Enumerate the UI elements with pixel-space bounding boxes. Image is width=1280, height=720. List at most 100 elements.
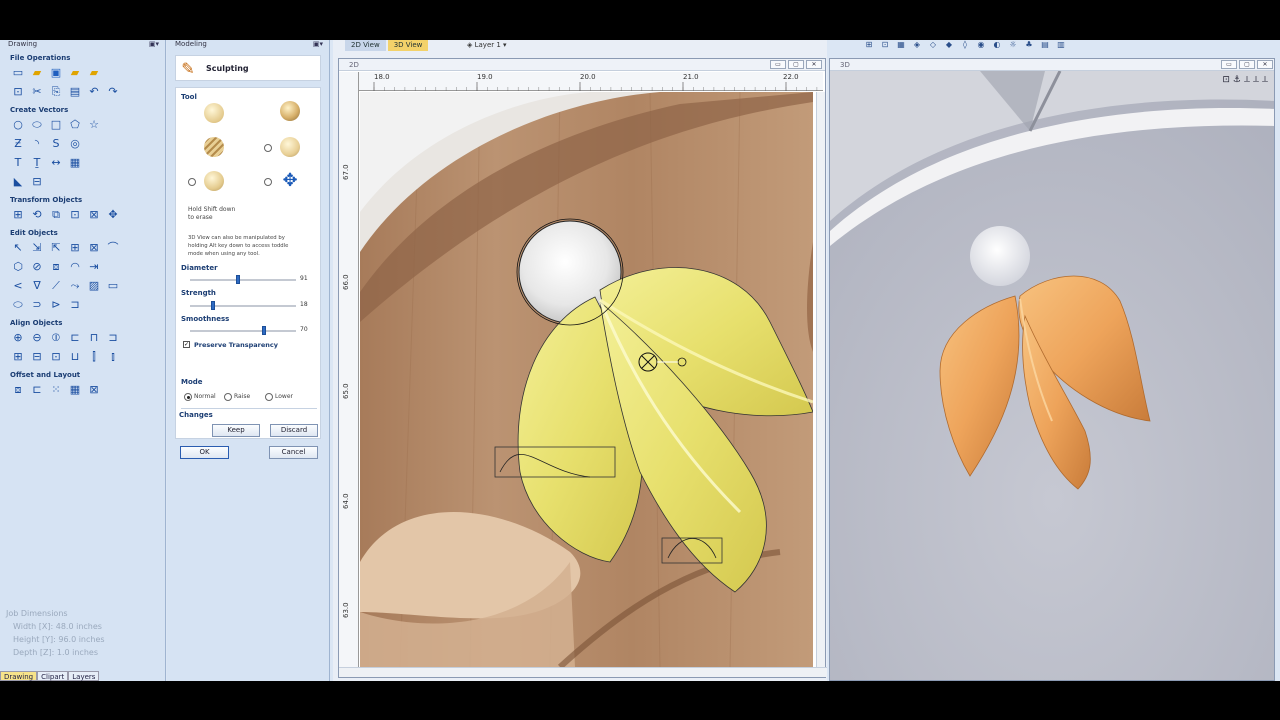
undo-icon[interactable]: ↶: [87, 85, 101, 99]
move-tool-icon[interactable]: ✥: [280, 171, 300, 191]
diameter-slider-thumb[interactable]: [235, 275, 240, 284]
view-iso-icon[interactable]: ◈: [911, 40, 923, 50]
mode-normal-radio[interactable]: [184, 393, 192, 401]
horizontal-scrollbar[interactable]: [339, 667, 827, 677]
join-icon[interactable]: ⬡: [11, 260, 25, 274]
strength-slider-thumb[interactable]: [211, 301, 216, 310]
tab-3d-view[interactable]: 3D View: [387, 40, 429, 51]
select-icon[interactable]: ⊡: [11, 85, 25, 99]
smoothness-slider-thumb[interactable]: [262, 326, 267, 335]
layer-select[interactable]: ◈ Layer 1 ▾: [467, 40, 507, 51]
strength-slider[interactable]: [190, 305, 296, 307]
mode-raise-radio[interactable]: [224, 393, 232, 401]
redo-icon[interactable]: ↷: [106, 85, 120, 99]
tool-radio-5[interactable]: [188, 178, 196, 186]
view-top-icon[interactable]: ◇: [927, 40, 939, 50]
tool-radio-4[interactable]: [264, 144, 272, 152]
ungroup-icon[interactable]: ⊠: [87, 241, 101, 255]
table-icon[interactable]: ▦: [68, 156, 82, 170]
tab-layers[interactable]: Layers: [68, 671, 100, 681]
align-left-icon[interactable]: ⊏: [68, 331, 82, 345]
remove-tool-icon[interactable]: [280, 137, 300, 157]
discard-button[interactable]: Discard: [270, 424, 318, 437]
cut-icon[interactable]: ✂: [30, 85, 44, 99]
star-icon[interactable]: ☆: [87, 118, 101, 132]
diameter-slider[interactable]: [190, 279, 296, 281]
bounds-icon[interactable]: ▭: [106, 279, 120, 293]
mode-lower-radio[interactable]: [265, 393, 273, 401]
view-material-icon[interactable]: ◐: [991, 40, 1003, 50]
close-button[interactable]: ✕: [806, 60, 822, 69]
trace-icon[interactable]: ◣: [11, 175, 25, 189]
view-grid-icon[interactable]: ▦: [895, 40, 907, 50]
polyline-icon[interactable]: Ƶ: [11, 137, 25, 151]
save-as-icon[interactable]: ▰: [68, 66, 82, 80]
boolean-icon[interactable]: ⧈: [49, 260, 63, 274]
fillet-icon[interactable]: ◠: [68, 260, 82, 274]
view-tree-icon[interactable]: ♣: [1023, 40, 1035, 50]
trim-icon[interactable]: ⊘: [30, 260, 44, 274]
paste-icon[interactable]: ▤: [68, 85, 82, 99]
align-vcenter-icon[interactable]: ⦶: [49, 331, 63, 345]
tabs-icon[interactable]: ⊠: [87, 383, 101, 397]
bracket-icon[interactable]: ⊃: [30, 298, 44, 312]
fillet-corner-icon[interactable]: ⊏: [30, 383, 44, 397]
open-folder-icon[interactable]: ▰: [30, 66, 44, 80]
node-edit-icon[interactable]: ↖: [11, 241, 25, 255]
save-icon[interactable]: ▣: [49, 66, 63, 80]
tab-drawing[interactable]: Drawing: [0, 671, 38, 681]
smooth-tool-icon[interactable]: [204, 103, 224, 123]
weld-icon[interactable]: ⌒: [106, 241, 120, 255]
view-light-icon[interactable]: ☼: [1007, 40, 1019, 50]
angle-icon[interactable]: <: [11, 279, 25, 293]
copy-icon[interactable]: ⎘: [49, 85, 63, 99]
chevron-icon[interactable]: ∇: [30, 279, 44, 293]
axis-x-icon[interactable]: ⟂: [1244, 75, 1250, 85]
pin-icon[interactable]: ▣▾: [149, 40, 159, 48]
deposit-tool-icon[interactable]: [204, 137, 224, 157]
set-size-icon[interactable]: ⊠: [87, 208, 101, 222]
arrow-right-icon[interactable]: ⊳: [49, 298, 63, 312]
minimize-button[interactable]: ▭: [1221, 60, 1237, 69]
align-distribute-icon[interactable]: ⫿: [87, 350, 101, 364]
extend-icon[interactable]: ⇥: [87, 260, 101, 274]
offset-curve-icon[interactable]: ⊐: [68, 298, 82, 312]
close-button[interactable]: ✕: [1257, 60, 1273, 69]
rectangle-icon[interactable]: □: [49, 118, 63, 132]
keep-button[interactable]: Keep: [212, 424, 260, 437]
import-vector-icon[interactable]: ⊟: [30, 175, 44, 189]
node-add-icon[interactable]: ⇲: [30, 241, 44, 255]
maximize-button[interactable]: ▢: [788, 60, 804, 69]
group-icon[interactable]: ⊞: [68, 241, 82, 255]
axis-z-icon[interactable]: ⟂: [1262, 75, 1268, 85]
node-smooth-icon[interactable]: ⇱: [49, 241, 63, 255]
preserve-transparency-checkbox[interactable]: ✓: [183, 341, 190, 348]
shape-icon[interactable]: ⬭: [11, 298, 25, 312]
design-canvas-2d[interactable]: [360, 92, 813, 667]
rotate-icon[interactable]: ⟲: [30, 208, 44, 222]
curve-icon[interactable]: S: [49, 137, 63, 151]
align-top-icon[interactable]: ⊓: [87, 331, 101, 345]
scale-icon[interactable]: ⊡: [68, 208, 82, 222]
curve-edit-icon[interactable]: ⤳: [68, 279, 82, 293]
polygon-icon[interactable]: ⬠: [68, 118, 82, 132]
view-table-icon[interactable]: ▥: [1055, 40, 1067, 50]
text-on-curve-icon[interactable]: Ṯ: [30, 156, 44, 170]
mirror-icon[interactable]: ⧉: [49, 208, 63, 222]
view-layers-icon[interactable]: ▤: [1039, 40, 1051, 50]
array-copy-icon[interactable]: ⁙: [49, 383, 63, 397]
erase-tool-icon[interactable]: [204, 171, 224, 191]
offset-icon[interactable]: ⧈: [11, 383, 25, 397]
pin-icon[interactable]: ▣▾: [313, 40, 323, 48]
align-center-icon[interactable]: ⊕: [11, 331, 25, 345]
anchor-icon[interactable]: ⚓: [1233, 75, 1241, 85]
new-file-icon[interactable]: ▭: [11, 66, 25, 80]
dimension-icon[interactable]: ↔: [49, 156, 63, 170]
axis-y-icon[interactable]: ⟂: [1253, 75, 1259, 85]
tab-2d-view[interactable]: 2D View: [345, 40, 386, 51]
ellipse-icon[interactable]: ⬭: [30, 118, 44, 132]
align-hspace-icon[interactable]: ⊞: [11, 350, 25, 364]
ok-button[interactable]: OK: [180, 446, 229, 459]
smear-tool-icon[interactable]: [280, 101, 300, 121]
close-vector-icon[interactable]: ▨: [87, 279, 101, 293]
